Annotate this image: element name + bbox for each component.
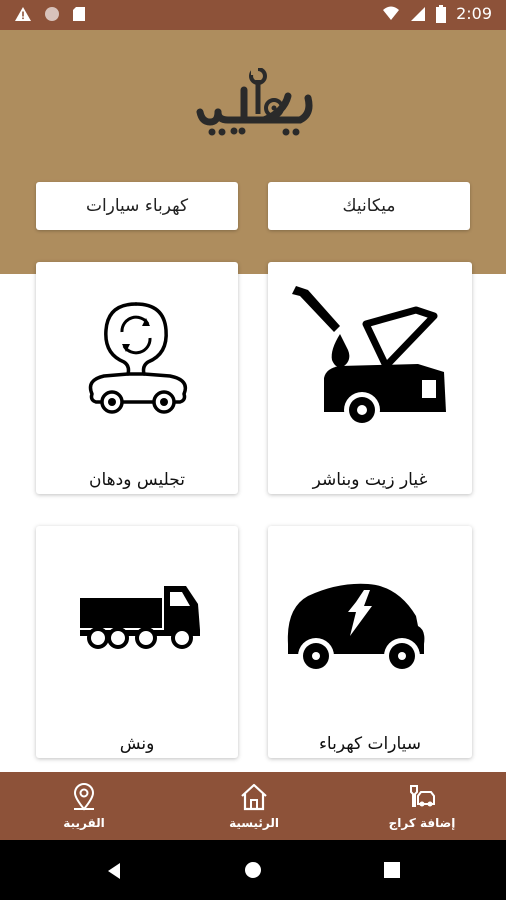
record-icon: [45, 7, 59, 21]
home-circle-icon[interactable]: [244, 861, 262, 879]
status-icons-right: 2:09: [382, 4, 492, 23]
status-icons-left: [14, 6, 86, 22]
back-icon[interactable]: [106, 862, 122, 880]
bottom-nav: إضافة كراج الرئيسية القريبة: [0, 772, 506, 840]
car-paint-icon: [88, 302, 188, 414]
service-label: سيارات كهرباء: [318, 734, 422, 754]
home-icon: [241, 783, 267, 811]
status-bar: 2:09: [0, 0, 506, 30]
nav-nearby-label: القريبة: [63, 816, 105, 830]
oil-change-icon: [292, 286, 446, 428]
battery-icon: [436, 4, 447, 23]
warning-icon: [15, 7, 31, 21]
car-electric-button-label: كهرباء سيارات: [85, 196, 189, 216]
nav-add-garage[interactable]: إضافة كراج: [338, 772, 506, 840]
mechanic-button-label: ميكانيك: [342, 196, 396, 216]
recents-icon[interactable]: [384, 862, 400, 878]
app-logo: [196, 68, 313, 136]
nav-home[interactable]: الرئيسية: [170, 772, 338, 840]
add-garage-icon: [410, 785, 435, 807]
mechanic-button[interactable]: ميكانيك: [268, 182, 470, 230]
service-card-car-paint[interactable]: تجليس ودهان: [36, 262, 238, 494]
electric-car-icon: [287, 583, 425, 674]
location-pin-icon: [73, 783, 95, 811]
service-card-oil-change[interactable]: غيار زيت وبناشر: [268, 262, 472, 494]
service-label: تجليس ودهان: [89, 470, 185, 490]
wifi-icon: [383, 6, 400, 20]
service-card-tow-truck[interactable]: ونش: [36, 526, 238, 758]
service-label: غيار زيت وبناشر: [312, 470, 428, 490]
nav-nearby[interactable]: القريبة: [0, 772, 168, 840]
system-nav-bar: [0, 840, 506, 900]
status-time: 2:09: [456, 4, 492, 23]
car-electric-button[interactable]: كهرباء سيارات: [36, 182, 238, 230]
signal-icon: [411, 6, 426, 21]
tow-truck-icon: [80, 586, 200, 649]
sd-card-icon: [73, 7, 85, 21]
header-banner: ميكانيك كهرباء سيارات: [0, 30, 506, 274]
service-card-electric-car[interactable]: سيارات كهرباء: [268, 526, 472, 758]
service-label: ونش: [119, 734, 155, 754]
nav-add-garage-label: إضافة كراج: [388, 816, 456, 830]
nav-home-label: الرئيسية: [229, 816, 279, 830]
